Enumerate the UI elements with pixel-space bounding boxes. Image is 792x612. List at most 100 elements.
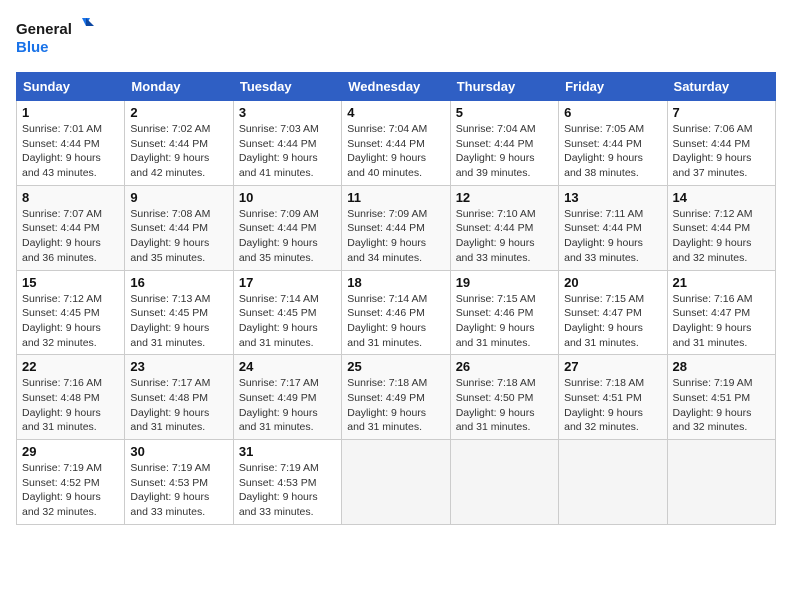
table-row: 5 Sunrise: 7:04 AMSunset: 4:44 PMDaylight… — [450, 101, 558, 186]
table-row: 19 Sunrise: 7:15 AMSunset: 4:46 PMDayligh… — [450, 270, 558, 355]
table-row: 14 Sunrise: 7:12 AMSunset: 4:44 PMDayligh… — [667, 185, 775, 270]
table-row: 21 Sunrise: 7:16 AMSunset: 4:47 PMDayligh… — [667, 270, 775, 355]
day-number: 1 — [22, 105, 119, 120]
col-header-friday: Friday — [559, 73, 667, 101]
table-row: 7 Sunrise: 7:06 AMSunset: 4:44 PMDaylight… — [667, 101, 775, 186]
logo-svg: General Blue — [16, 16, 96, 60]
cell-info: Sunrise: 7:19 AMSunset: 4:53 PMDaylight:… — [130, 462, 210, 518]
day-number: 2 — [130, 105, 227, 120]
day-number: 26 — [456, 359, 553, 374]
cell-info: Sunrise: 7:06 AMSunset: 4:44 PMDaylight:… — [673, 123, 753, 179]
cell-info: Sunrise: 7:09 AMSunset: 4:44 PMDaylight:… — [347, 208, 427, 264]
table-row: 22 Sunrise: 7:16 AMSunset: 4:48 PMDayligh… — [17, 355, 125, 440]
table-row: 20Sunrise: 7:15 AMSunset: 4:47 PMDayligh… — [559, 270, 667, 355]
table-row — [559, 440, 667, 525]
day-number: 17 — [239, 275, 336, 290]
table-row: 3Sunrise: 7:03 AMSunset: 4:44 PMDaylight… — [233, 101, 341, 186]
cell-info: Sunrise: 7:17 AMSunset: 4:49 PMDaylight:… — [239, 377, 319, 433]
table-row: 16 Sunrise: 7:13 AMSunset: 4:45 PMDayligh… — [125, 270, 233, 355]
table-row: 8 Sunrise: 7:07 AMSunset: 4:44 PMDaylight… — [17, 185, 125, 270]
table-row: 31 Sunrise: 7:19 AMSunset: 4:53 PMDayligh… — [233, 440, 341, 525]
day-number: 23 — [130, 359, 227, 374]
day-number: 19 — [456, 275, 553, 290]
cell-info: Sunrise: 7:04 AMSunset: 4:44 PMDaylight:… — [347, 123, 427, 179]
cell-info: Sunrise: 7:16 AMSunset: 4:47 PMDaylight:… — [673, 293, 753, 349]
col-header-thursday: Thursday — [450, 73, 558, 101]
day-number: 7 — [673, 105, 770, 120]
cell-info: Sunrise: 7:18 AMSunset: 4:49 PMDaylight:… — [347, 377, 427, 433]
day-number: 24 — [239, 359, 336, 374]
cell-info: Sunrise: 7:02 AMSunset: 4:44 PMDaylight:… — [130, 123, 210, 179]
table-row: 27 Sunrise: 7:18 AMSunset: 4:51 PMDayligh… — [559, 355, 667, 440]
cell-info: Sunrise: 7:17 AMSunset: 4:48 PMDaylight:… — [130, 377, 210, 433]
day-number: 10 — [239, 190, 336, 205]
col-header-saturday: Saturday — [667, 73, 775, 101]
table-row: 30 Sunrise: 7:19 AMSunset: 4:53 PMDayligh… — [125, 440, 233, 525]
day-number: 6 — [564, 105, 661, 120]
cell-info: Sunrise: 7:09 AMSunset: 4:44 PMDaylight:… — [239, 208, 319, 264]
col-header-tuesday: Tuesday — [233, 73, 341, 101]
table-row: 4Sunrise: 7:04 AMSunset: 4:44 PMDaylight… — [342, 101, 450, 186]
table-row: 23 Sunrise: 7:17 AMSunset: 4:48 PMDayligh… — [125, 355, 233, 440]
day-number: 15 — [22, 275, 119, 290]
table-row: 28 Sunrise: 7:19 AMSunset: 4:51 PMDayligh… — [667, 355, 775, 440]
day-number: 5 — [456, 105, 553, 120]
table-row: 12Sunrise: 7:10 AMSunset: 4:44 PMDayligh… — [450, 185, 558, 270]
table-row: 18 Sunrise: 7:14 AMSunset: 4:46 PMDayligh… — [342, 270, 450, 355]
day-number: 31 — [239, 444, 336, 459]
table-row: 1 Sunrise: 7:01 AMSunset: 4:44 PMDaylight… — [17, 101, 125, 186]
day-number: 21 — [673, 275, 770, 290]
table-row: 26 Sunrise: 7:18 AMSunset: 4:50 PMDayligh… — [450, 355, 558, 440]
day-number: 13 — [564, 190, 661, 205]
day-number: 18 — [347, 275, 444, 290]
cell-info: Sunrise: 7:18 AMSunset: 4:51 PMDaylight:… — [564, 377, 644, 433]
day-number: 16 — [130, 275, 227, 290]
cell-info: Sunrise: 7:14 AMSunset: 4:46 PMDaylight:… — [347, 293, 427, 349]
day-number: 11 — [347, 190, 444, 205]
col-header-sunday: Sunday — [17, 73, 125, 101]
day-number: 3 — [239, 105, 336, 120]
table-row: 2 Sunrise: 7:02 AMSunset: 4:44 PMDaylight… — [125, 101, 233, 186]
cell-info: Sunrise: 7:08 AMSunset: 4:44 PMDaylight:… — [130, 208, 210, 264]
cell-info: Sunrise: 7:05 AMSunset: 4:44 PMDaylight:… — [564, 123, 644, 179]
table-row — [342, 440, 450, 525]
day-number: 22 — [22, 359, 119, 374]
svg-text:General: General — [16, 21, 72, 38]
day-number: 8 — [22, 190, 119, 205]
calendar-table: SundayMondayTuesdayWednesdayThursdayFrid… — [16, 72, 776, 525]
table-row: 11 Sunrise: 7:09 AMSunset: 4:44 PMDayligh… — [342, 185, 450, 270]
svg-text:Blue: Blue — [16, 39, 49, 56]
cell-info: Sunrise: 7:12 AMSunset: 4:44 PMDaylight:… — [673, 208, 753, 264]
cell-info: Sunrise: 7:12 AMSunset: 4:45 PMDaylight:… — [22, 293, 102, 349]
cell-info: Sunrise: 7:13 AMSunset: 4:45 PMDaylight:… — [130, 293, 210, 349]
table-row: 10 Sunrise: 7:09 AMSunset: 4:44 PMDayligh… — [233, 185, 341, 270]
cell-info: Sunrise: 7:19 AMSunset: 4:52 PMDaylight:… — [22, 462, 102, 518]
table-row: 6 Sunrise: 7:05 AMSunset: 4:44 PMDaylight… — [559, 101, 667, 186]
day-number: 25 — [347, 359, 444, 374]
cell-info: Sunrise: 7:14 AMSunset: 4:45 PMDaylight:… — [239, 293, 319, 349]
day-number: 30 — [130, 444, 227, 459]
table-row: 25 Sunrise: 7:18 AMSunset: 4:49 PMDayligh… — [342, 355, 450, 440]
day-number: 29 — [22, 444, 119, 459]
cell-info: Sunrise: 7:11 AMSunset: 4:44 PMDaylight:… — [564, 208, 643, 264]
table-row: 15 Sunrise: 7:12 AMSunset: 4:45 PMDayligh… — [17, 270, 125, 355]
day-number: 14 — [673, 190, 770, 205]
page-header: General Blue — [16, 16, 776, 60]
cell-info: Sunrise: 7:01 AMSunset: 4:44 PMDaylight:… — [22, 123, 102, 179]
col-header-wednesday: Wednesday — [342, 73, 450, 101]
cell-info: Sunrise: 7:07 AMSunset: 4:44 PMDaylight:… — [22, 208, 102, 264]
cell-info: Sunrise: 7:15 AMSunset: 4:47 PMDaylight:… — [564, 293, 644, 349]
cell-info: Sunrise: 7:19 AMSunset: 4:53 PMDaylight:… — [239, 462, 319, 518]
table-row: 17 Sunrise: 7:14 AMSunset: 4:45 PMDayligh… — [233, 270, 341, 355]
table-row: 9Sunrise: 7:08 AMSunset: 4:44 PMDaylight… — [125, 185, 233, 270]
logo: General Blue — [16, 16, 96, 60]
cell-info: Sunrise: 7:18 AMSunset: 4:50 PMDaylight:… — [456, 377, 536, 433]
day-number: 27 — [564, 359, 661, 374]
cell-info: Sunrise: 7:16 AMSunset: 4:48 PMDaylight:… — [22, 377, 102, 433]
day-number: 28 — [673, 359, 770, 374]
cell-info: Sunrise: 7:04 AMSunset: 4:44 PMDaylight:… — [456, 123, 536, 179]
table-row — [450, 440, 558, 525]
table-row: 13 Sunrise: 7:11 AMSunset: 4:44 PMDayligh… — [559, 185, 667, 270]
cell-info: Sunrise: 7:19 AMSunset: 4:51 PMDaylight:… — [673, 377, 753, 433]
cell-info: Sunrise: 7:15 AMSunset: 4:46 PMDaylight:… — [456, 293, 536, 349]
